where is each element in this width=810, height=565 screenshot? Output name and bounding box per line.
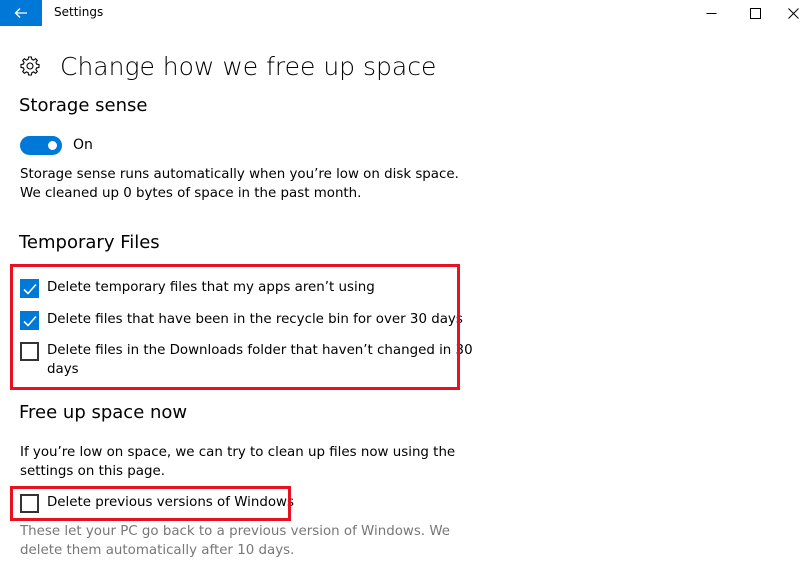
delete-downloads-checkbox[interactable] bbox=[20, 342, 39, 361]
previous-windows-note-line-2: delete them automatically after 10 days. bbox=[20, 543, 295, 558]
previous-windows-note-line-1: These let your PC go back to a previous … bbox=[20, 524, 451, 539]
checkmark-icon bbox=[22, 315, 37, 327]
title-bar: Settings bbox=[0, 0, 810, 26]
minimize-button[interactable] bbox=[688, 0, 734, 26]
temporary-files-heading: Temporary Files bbox=[19, 232, 160, 253]
toggle-state-label: On bbox=[73, 137, 93, 153]
maximize-icon bbox=[749, 7, 761, 19]
back-button[interactable] bbox=[0, 0, 42, 26]
close-button[interactable] bbox=[770, 0, 810, 26]
free-up-space-heading: Free up space now bbox=[19, 402, 188, 423]
back-arrow-icon bbox=[14, 8, 27, 18]
close-icon bbox=[787, 7, 799, 19]
delete-recycle-bin-checkbox[interactable] bbox=[20, 311, 39, 330]
storage-sense-description-line-2: We cleaned up 0 bytes of space in the pa… bbox=[20, 186, 362, 201]
delete-recycle-bin-label[interactable]: Delete files that have been in the recyc… bbox=[47, 310, 463, 330]
page-title: Change how we free up space bbox=[60, 51, 437, 81]
delete-previous-windows-label[interactable]: Delete previous versions of Windows bbox=[47, 493, 294, 513]
free-up-description-line-2: settings on this page. bbox=[20, 464, 165, 479]
storage-sense-toggle[interactable] bbox=[20, 136, 62, 155]
toggle-knob bbox=[48, 141, 57, 150]
free-up-description-line-1: If you’re low on space, we can try to cl… bbox=[20, 445, 456, 460]
minimize-icon bbox=[706, 12, 716, 14]
delete-downloads-label-line-1[interactable]: Delete files in the Downloads folder tha… bbox=[47, 341, 473, 361]
delete-previous-windows-checkbox[interactable] bbox=[20, 494, 39, 513]
delete-temp-files-label[interactable]: Delete temporary files that my apps aren… bbox=[47, 278, 375, 298]
delete-downloads-label-line-2[interactable]: days bbox=[47, 360, 79, 380]
page-header: Change how we free up space bbox=[19, 48, 436, 84]
checkmark-icon bbox=[22, 283, 37, 295]
window-title: Settings bbox=[54, 5, 104, 19]
gear-icon bbox=[20, 56, 40, 76]
storage-sense-heading: Storage sense bbox=[19, 95, 148, 116]
delete-temp-files-checkbox[interactable] bbox=[20, 279, 39, 298]
storage-sense-description-line-1: Storage sense runs automatically when yo… bbox=[20, 167, 459, 182]
